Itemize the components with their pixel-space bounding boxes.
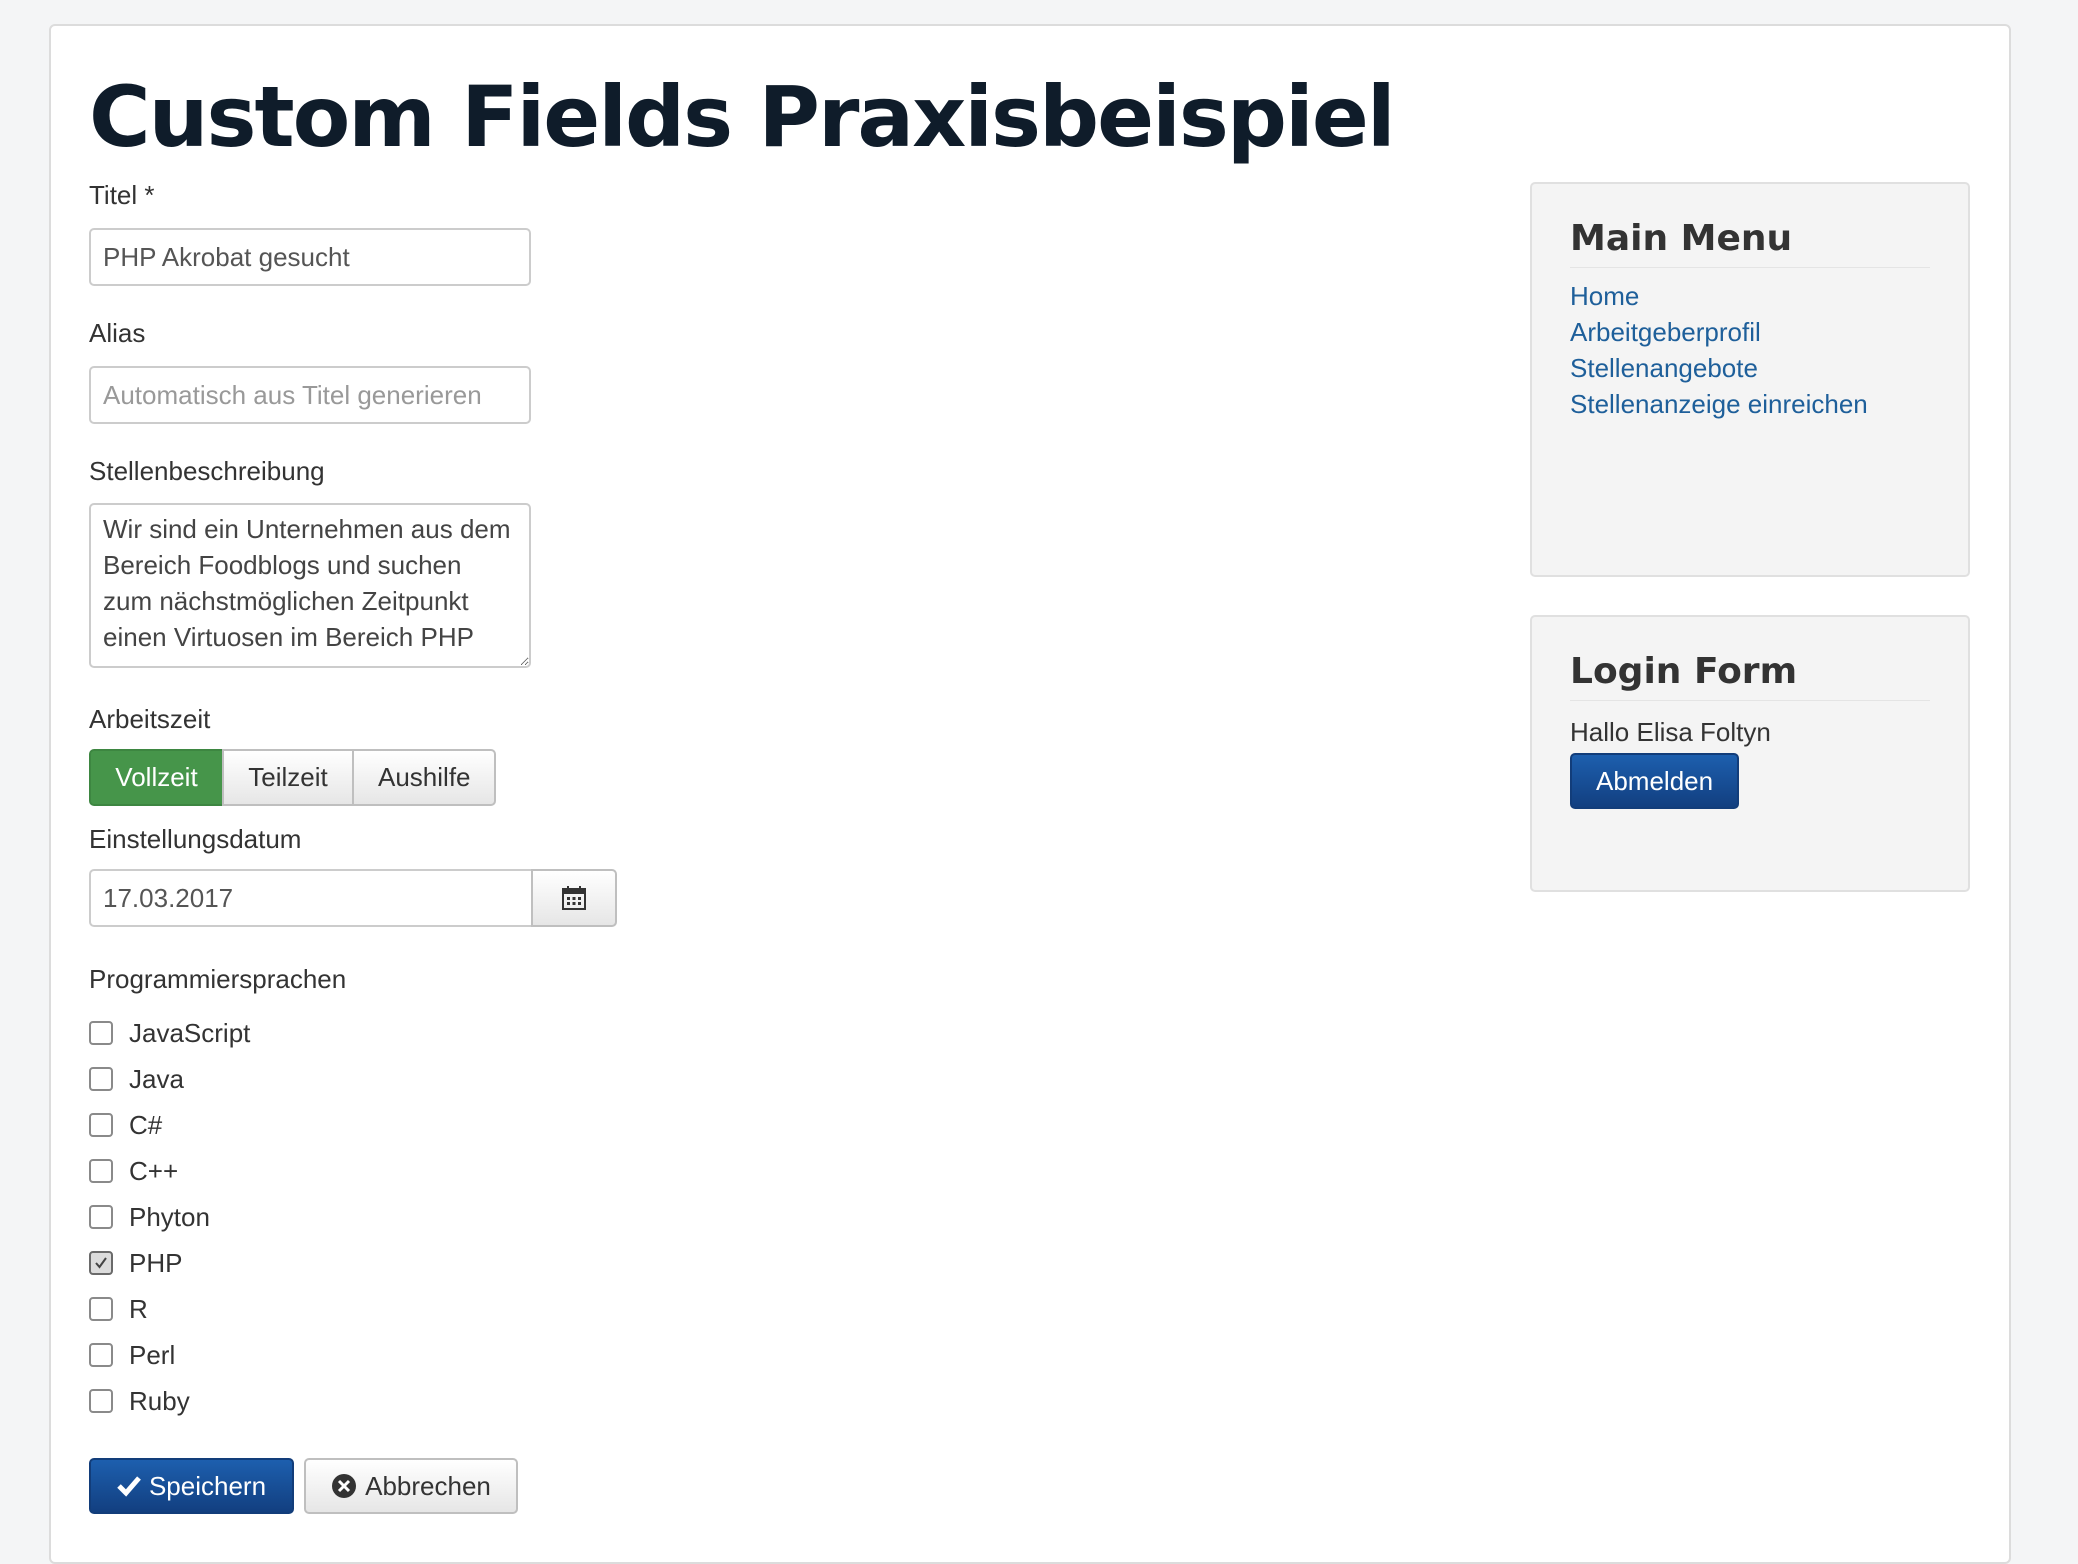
description-textarea[interactable]	[89, 503, 531, 668]
checkbox-label[interactable]: Java	[129, 1064, 184, 1095]
checkbox-perl[interactable]	[89, 1343, 113, 1367]
checkmark-icon	[95, 1257, 107, 1269]
worktime-label: Arbeitszeit	[89, 704, 211, 734]
checkbox-label[interactable]: Perl	[129, 1340, 175, 1371]
check-icon	[117, 1475, 141, 1497]
checkbox-csharp[interactable]	[89, 1113, 113, 1137]
user-greeting: Hallo Elisa Foltyn	[1570, 717, 1771, 747]
worktime-option-vollzeit[interactable]: Vollzeit	[89, 749, 224, 806]
menu-link-home[interactable]: Home	[1570, 281, 1639, 312]
calendar-icon	[561, 885, 587, 911]
alias-label: Alias	[89, 318, 146, 348]
worktime-option-teilzeit[interactable]: Teilzeit	[222, 749, 354, 806]
checkbox-javascript[interactable]	[89, 1021, 113, 1045]
title-input[interactable]	[89, 228, 531, 286]
checkbox-label[interactable]: Phyton	[129, 1202, 210, 1233]
list-item: Ruby	[89, 1378, 250, 1424]
date-input[interactable]	[89, 869, 531, 927]
menu-link-arbeitgeberprofil[interactable]: Arbeitgeberprofil	[1570, 317, 1761, 348]
list-item: R	[89, 1286, 250, 1332]
save-button[interactable]: Speichern	[89, 1458, 294, 1514]
list-item: Java	[89, 1056, 250, 1102]
checkbox-php[interactable]	[89, 1251, 113, 1275]
checkbox-r[interactable]	[89, 1297, 113, 1321]
close-circle-icon	[331, 1473, 357, 1499]
checkbox-ruby[interactable]	[89, 1389, 113, 1413]
login-form-title: Login Form	[1570, 651, 1930, 701]
list-item: Perl	[89, 1332, 250, 1378]
date-label: Einstellungsdatum	[89, 824, 302, 854]
alias-input[interactable]	[89, 366, 531, 424]
main-menu-module: Main Menu Home Arbeitgeberprofil Stellen…	[1530, 182, 1970, 577]
menu-link-stellenanzeige-einreichen[interactable]: Stellenanzeige einreichen	[1570, 389, 1868, 420]
checkbox-label[interactable]: PHP	[129, 1248, 182, 1279]
cancel-button[interactable]: Abbrechen	[304, 1458, 518, 1514]
menu-link-stellenangebote[interactable]: Stellenangebote	[1570, 353, 1758, 384]
list-item: C++	[89, 1148, 250, 1194]
languages-checkbox-list: JavaScript Java C# C++ Phyton PHP R Perl…	[89, 1010, 250, 1424]
logout-button[interactable]: Abmelden	[1570, 753, 1740, 809]
save-button-label: Speichern	[148, 1470, 267, 1501]
main-menu-list: Home Arbeitgeberprofil Stellenangebote S…	[1570, 278, 1930, 422]
checkbox-label[interactable]: JavaScript	[129, 1018, 250, 1049]
languages-label: Programmiersprachen	[89, 964, 347, 994]
list-item: JavaScript	[89, 1010, 250, 1056]
login-form-module: Login Form Hallo Elisa Foltyn Abmelden	[1530, 615, 1970, 892]
checkbox-label[interactable]: Ruby	[129, 1386, 190, 1417]
date-field-group	[89, 869, 617, 927]
page-title: Custom Fields Praxisbeispiel	[89, 68, 1396, 166]
checkbox-java[interactable]	[89, 1067, 113, 1091]
worktime-option-aushilfe[interactable]: Aushilfe	[352, 749, 496, 806]
checkbox-phyton[interactable]	[89, 1205, 113, 1229]
list-item: Phyton	[89, 1194, 250, 1240]
calendar-button[interactable]	[531, 869, 617, 927]
list-item: PHP	[89, 1240, 250, 1286]
cancel-button-label: Abbrechen	[365, 1470, 491, 1501]
list-item: C#	[89, 1102, 250, 1148]
description-label: Stellenbeschreibung	[89, 456, 325, 486]
checkbox-label[interactable]: R	[129, 1294, 148, 1325]
checkbox-label[interactable]: C#	[129, 1110, 162, 1141]
title-label: Titel *	[89, 180, 155, 210]
worktime-toggle-group: Vollzeit Teilzeit Aushilfe	[89, 749, 496, 806]
checkbox-cpp[interactable]	[89, 1159, 113, 1183]
main-menu-title: Main Menu	[1570, 218, 1930, 268]
checkbox-label[interactable]: C++	[129, 1156, 178, 1187]
